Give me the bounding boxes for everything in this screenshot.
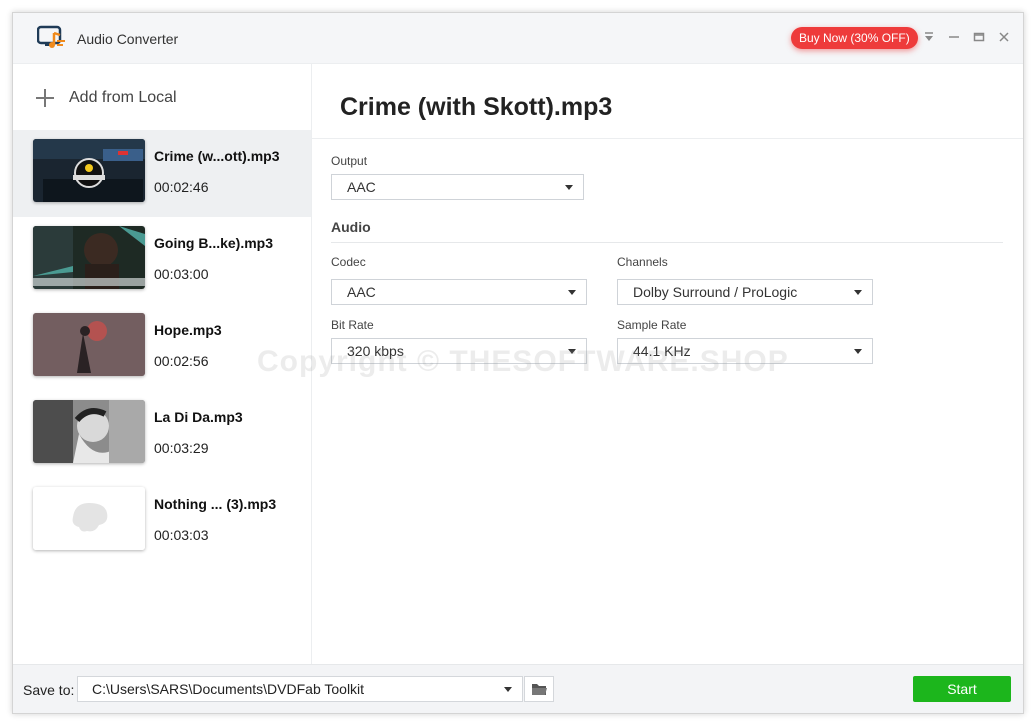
chevron-down-icon (565, 185, 573, 190)
chevron-down-icon (854, 290, 862, 295)
plus-icon (35, 88, 55, 108)
channels-label: Channels (617, 255, 668, 269)
codec-select[interactable]: AAC (331, 279, 587, 305)
file-name: Going B...ke).mp3 (154, 235, 274, 251)
file-duration: 00:03:00 (154, 266, 209, 282)
minimize-icon[interactable] (947, 30, 961, 44)
bitrate-label: Bit Rate (331, 318, 374, 332)
file-thumbnail (33, 487, 145, 550)
title-bar: Audio Converter Buy Now (30% OFF) (13, 13, 1023, 64)
file-item[interactable]: Crime (w...ott).mp3 00:02:46 (13, 130, 311, 217)
close-icon[interactable] (997, 30, 1011, 44)
output-select[interactable]: AAC (331, 174, 584, 200)
divider (331, 242, 1003, 243)
file-thumbnail (33, 313, 145, 376)
output-value: AAC (347, 179, 376, 195)
file-name: Nothing ... (3).mp3 (154, 496, 277, 512)
music-placeholder-icon (33, 487, 145, 550)
file-name: Crime (w...ott).mp3 (154, 148, 280, 164)
file-duration: 00:02:56 (154, 353, 209, 369)
file-thumbnail (33, 400, 145, 463)
codec-value: AAC (347, 284, 376, 300)
samplerate-label: Sample Rate (617, 318, 687, 332)
file-item[interactable]: La Di Da.mp3 00:03:29 (13, 391, 311, 478)
page-title: Crime (with Skott).mp3 (340, 93, 613, 121)
save-to-label: Save to: (23, 682, 75, 698)
settings-panel: Crime (with Skott).mp3 Output AAC Audio … (257, 64, 1023, 664)
divider (312, 138, 1023, 139)
file-item[interactable]: Going B...ke).mp3 00:03:00 (13, 217, 311, 304)
save-path-value: C:\Users\SARS\Documents\DVDFab Toolkit (92, 681, 365, 697)
buy-now-button[interactable]: Buy Now (30% OFF) (791, 27, 918, 49)
app-title: Audio Converter (77, 31, 179, 47)
add-from-local-button[interactable]: Add from Local (35, 86, 177, 110)
chevron-down-icon (854, 349, 862, 354)
app-window: Audio Converter Buy Now (30% OFF) Add fr… (12, 12, 1024, 714)
browse-folder-button[interactable] (524, 676, 554, 702)
chevron-down-icon (568, 290, 576, 295)
file-name: Hope.mp3 (154, 322, 222, 338)
file-duration: 00:03:03 (154, 527, 209, 543)
chevron-down-icon (504, 687, 512, 692)
save-path-select[interactable]: C:\Users\SARS\Documents\DVDFab Toolkit (77, 676, 523, 702)
add-from-local-label: Add from Local (69, 89, 177, 106)
file-duration: 00:03:29 (154, 440, 209, 456)
folder-icon (532, 684, 547, 695)
footer-bar: Save to: C:\Users\SARS\Documents\DVDFab … (13, 664, 1023, 713)
start-button[interactable]: Start (913, 676, 1011, 702)
maximize-icon[interactable] (972, 30, 986, 44)
file-item[interactable]: Nothing ... (3).mp3 00:03:03 (13, 478, 311, 565)
file-thumbnail (33, 226, 145, 289)
output-label: Output (331, 154, 368, 168)
menu-dropdown-icon[interactable] (922, 30, 936, 44)
channels-select[interactable]: Dolby Surround / ProLogic (617, 279, 873, 305)
audio-section-title: Audio (331, 219, 371, 235)
file-thumbnail (33, 139, 145, 202)
channels-value: Dolby Surround / ProLogic (633, 284, 798, 300)
codec-label: Codec (331, 255, 366, 269)
file-duration: 00:02:46 (154, 179, 209, 195)
copyright-watermark: Copyright © THESOFTWARE.SHOP (257, 345, 789, 378)
file-name: La Di Da.mp3 (154, 409, 243, 425)
app-logo-icon (37, 25, 65, 48)
